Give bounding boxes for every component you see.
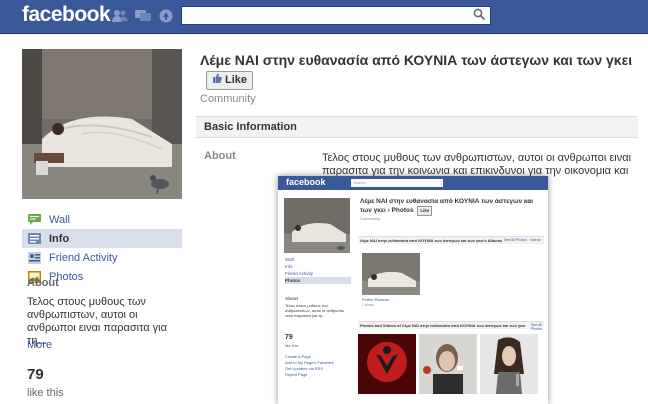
sidebar-item-label: Wall [49, 213, 70, 226]
embedded-nav-photos: Photos [285, 277, 351, 284]
page-title: Λέμε ΝΑΙ στην ευθανασία από ΚΟΥΝΙΑ των ά… [200, 51, 640, 90]
embedded-photo-thumbnail [480, 334, 538, 394]
more-link[interactable]: More [27, 339, 52, 351]
notification-jewels [111, 8, 174, 24]
info-about-label: About [204, 150, 236, 162]
thumbs-up-icon [212, 71, 222, 90]
embedded-album-count: 1 photo [362, 303, 374, 307]
embedded-likes-count: 79 [285, 334, 293, 341]
top-bar: facebook [0, 0, 648, 34]
embedded-top-bar: facebook Search [278, 176, 548, 190]
sidebar-item-label: Friend Activity [49, 251, 118, 264]
embedded-logo: facebook [286, 177, 326, 187]
sidebar-item-info[interactable]: Info [22, 229, 182, 248]
search-icon[interactable] [473, 8, 488, 23]
like-button[interactable]: Like [206, 70, 254, 90]
embedded-like-button: Like [417, 206, 433, 216]
likes-count[interactable]: 79 [27, 366, 44, 383]
embedded-nav-wall: Wall [285, 257, 294, 262]
wall-icon [27, 214, 41, 226]
embedded-screenshot: facebook Search Wall Info Friend Activit… [278, 176, 548, 404]
embedded-profile-picture [284, 198, 350, 253]
left-column: Wall Info Friend Activity Photos About Τ… [0, 34, 190, 404]
sidebar-item-friend-activity[interactable]: Friend Activity [22, 248, 182, 267]
basic-information-header: Basic Information [196, 116, 638, 138]
friend-activity-icon [27, 251, 41, 264]
embedded-album-name: Profile Pictures [362, 297, 389, 302]
about-heading: About [27, 277, 59, 289]
embedded-nav-info: Info [285, 264, 293, 269]
embedded-nav-friend-activity: Friend Activity [285, 271, 314, 276]
section-heading: Basic Information [204, 121, 297, 133]
page-title-text: Λέμε ΝΑΙ στην ευθανασία από ΚΟΥΝΙΑ των ά… [200, 52, 633, 68]
embedded-photos-header: Photos and Videos of Λέμε ΝΑΙ στην ευθαν… [358, 321, 544, 329]
likes-label: like this [27, 387, 64, 399]
search-input[interactable] [181, 6, 491, 25]
embedded-photo-thumbnail [419, 334, 477, 394]
embedded-about-heading: About [285, 296, 298, 301]
profile-picture[interactable] [22, 49, 182, 199]
embedded-title-text: Λέμε ΝΑΙ στην ευθανασία από ΚΟΥΝΙΑ των ά… [360, 198, 534, 214]
sidebar-item-wall[interactable]: Wall [22, 210, 182, 229]
embedded-link: Report Page [285, 372, 308, 377]
embedded-title: Λέμε ΝΑΙ στην ευθανασία από ΚΟΥΝΙΑ των ά… [360, 198, 540, 216]
embedded-photo-thumbnail [358, 334, 416, 394]
friend-requests-icon[interactable] [111, 8, 128, 24]
page-category: Community [200, 93, 256, 105]
embedded-albums-right-links: See All Photos · Videos [504, 238, 541, 242]
embedded-photos-right-link: See All Photos [531, 323, 542, 331]
facebook-logo[interactable]: facebook [22, 3, 111, 27]
embedded-nav: Wall Info Friend Activity Photos [285, 256, 351, 284]
embedded-search: Search [351, 179, 443, 187]
info-icon [27, 233, 41, 245]
embedded-links: Create a Page Add to My Page's Favorites… [285, 354, 349, 378]
embedded-album-thumbnail [362, 253, 420, 295]
embedded-about-text: Τελος στους μυθους των ανθρωπιστων, αυτο… [285, 303, 345, 318]
embedded-category: Community [360, 216, 381, 221]
sidebar-nav: Wall Info Friend Activity Photos [22, 210, 182, 286]
messages-icon[interactable] [134, 8, 151, 24]
embedded-likes-label: like this [285, 343, 299, 348]
sidebar-item-label: Info [49, 232, 70, 245]
like-button-label: Like [225, 73, 248, 86]
notifications-icon[interactable] [157, 8, 174, 24]
